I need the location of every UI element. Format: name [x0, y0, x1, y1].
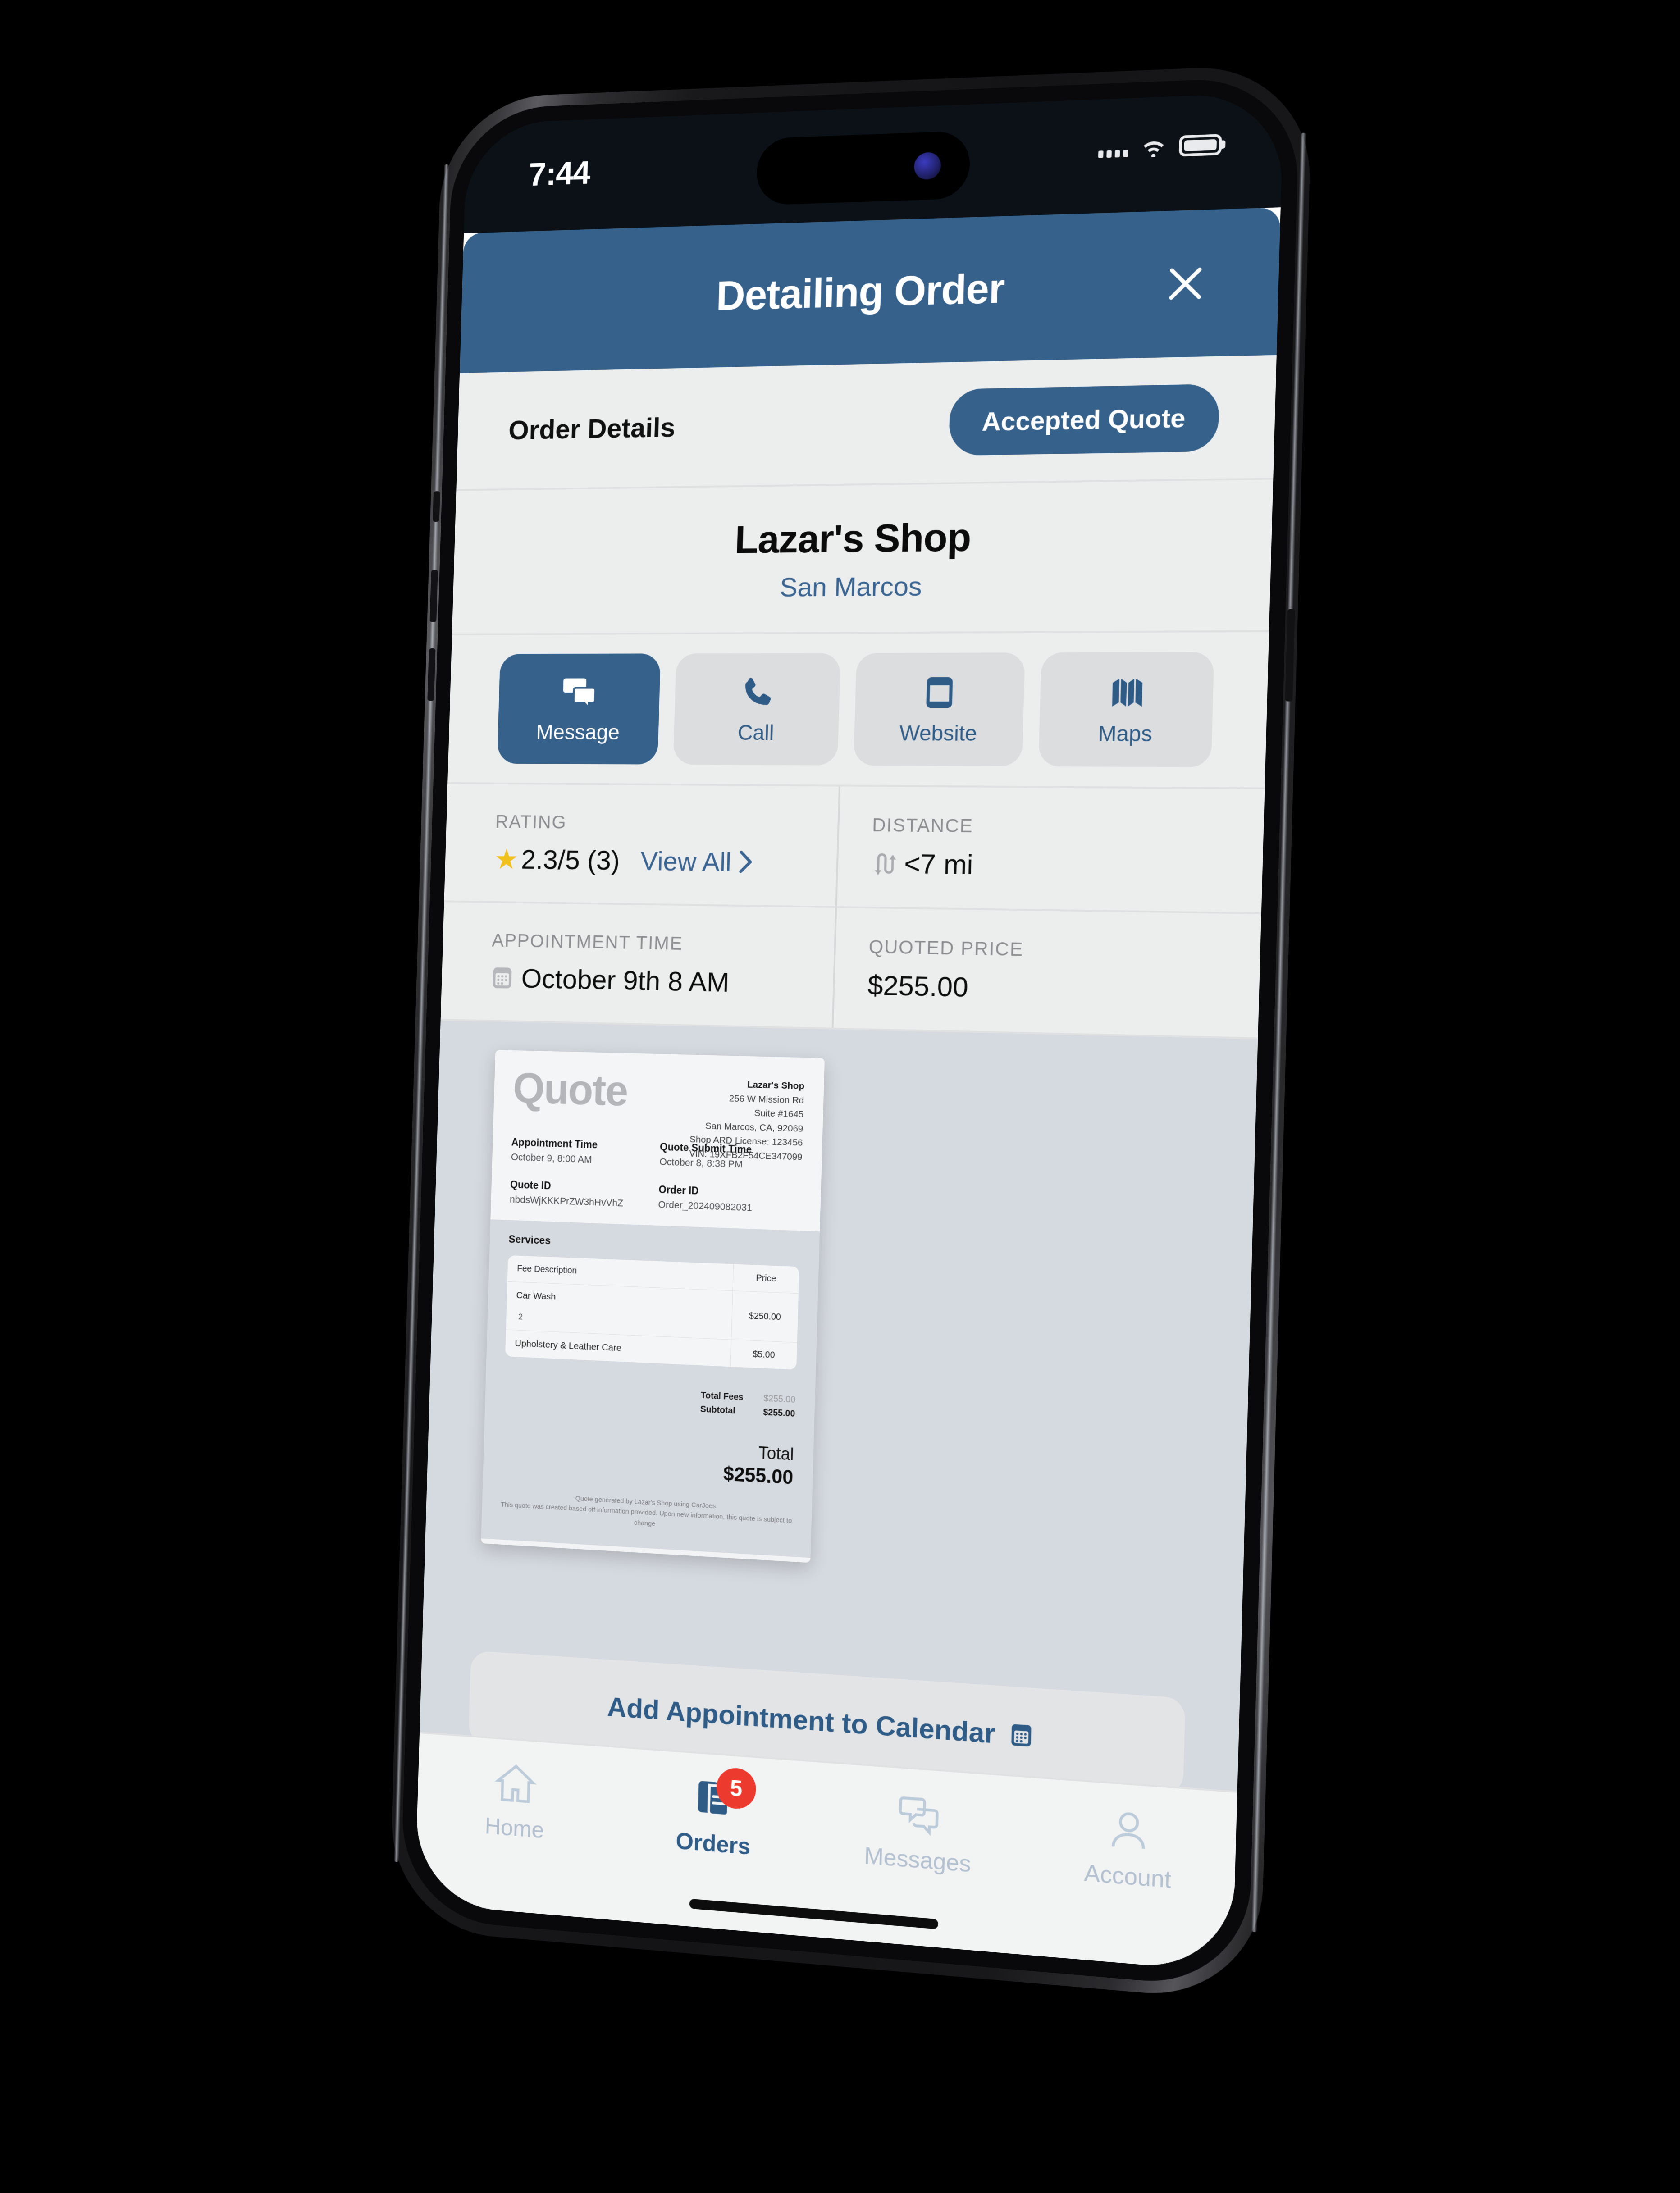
- tab-orders[interactable]: 5 Orders: [621, 1766, 808, 1865]
- quote-doc-order-id-value: Order_202409082031: [658, 1199, 753, 1213]
- shop-city[interactable]: San Marcos: [780, 570, 922, 602]
- status-icons: [1098, 134, 1222, 160]
- quoted-price-cell: QUOTED PRICE $255.00: [831, 908, 1207, 1036]
- total-fees-label: Total Fees: [700, 1391, 744, 1403]
- quote-doc-header: Quote Lazar's Shop 256 W Mission Rd Suit…: [490, 1050, 825, 1232]
- quote-doc-appointment-label: Appointment Time: [511, 1136, 598, 1151]
- quote-doc-appointment-value: October 9, 8:00 AM: [511, 1151, 592, 1165]
- signal-bars-icon: [1098, 139, 1128, 158]
- tab-order-details[interactable]: Order Details: [508, 411, 676, 446]
- view-all-reviews-link[interactable]: View All: [640, 845, 753, 877]
- maps-button[interactable]: Maps: [1038, 652, 1214, 767]
- order-status-row: Order Details Accepted Quote: [456, 355, 1277, 491]
- total-fees-value: $255.00: [763, 1393, 796, 1405]
- row-description: Car Wash 2: [506, 1282, 733, 1340]
- tab-home-label: Home: [484, 1813, 544, 1844]
- quote-doc-services-table: Fee Description Price Car Wash 2 $250.00: [505, 1255, 799, 1370]
- maps-button-label: Maps: [1098, 721, 1153, 746]
- app-content: Detailing Order Order Details Accepted Q…: [414, 207, 1281, 1973]
- home-icon: [494, 1760, 538, 1806]
- quote-doc-shop-info: Lazar's Shop 256 W Mission Rd Suite #164…: [689, 1076, 805, 1164]
- quote-doc-grand-total: Total $255.00: [502, 1431, 794, 1489]
- quote-doc-order-id-label: Order ID: [658, 1184, 699, 1197]
- appointment-cell: APPOINTMENT TIME October 9th 8 AM: [489, 903, 835, 1028]
- distance-label: DISTANCE: [872, 814, 974, 836]
- tab-orders-label: Orders: [675, 1828, 751, 1860]
- phone-icon: [744, 677, 772, 705]
- website-button[interactable]: Website: [853, 652, 1025, 766]
- distance-value: <7 mi: [904, 848, 974, 880]
- battery-icon: [1178, 134, 1222, 157]
- shop-name: Lazar's Shop: [734, 514, 972, 561]
- shop-header: Lazar's Shop San Marcos: [452, 479, 1274, 635]
- modal-header: Detailing Order: [460, 207, 1281, 373]
- quote-preview-area: Quote Lazar's Shop 256 W Mission Rd Suit…: [420, 1020, 1258, 1791]
- quote-doc-quote-id-value: nbdsWjKKKPrZW3hHvVhZ: [509, 1194, 624, 1209]
- row-price: $5.00: [730, 1340, 797, 1370]
- browser-icon: [919, 673, 959, 711]
- messages-icon: [896, 1790, 941, 1838]
- calendar-icon: [1011, 1724, 1032, 1747]
- tab-home[interactable]: Home: [425, 1755, 606, 1849]
- rating-label: RATING: [495, 811, 567, 832]
- quote-doc-order-id: Order ID Order_202409082031: [658, 1184, 801, 1216]
- status-time: 7:44: [528, 154, 591, 193]
- map-icon: [1112, 678, 1142, 707]
- front-camera-icon: [913, 152, 941, 180]
- quote-doc-footer: Quote generated by Lazar's Shop using Ca…: [500, 1489, 792, 1536]
- status-badge[interactable]: Accepted Quote: [948, 383, 1220, 456]
- call-button[interactable]: Call: [673, 653, 841, 766]
- close-icon[interactable]: [1162, 260, 1210, 307]
- appointment-label: APPOINTMENT TIME: [491, 929, 684, 954]
- message-button-label: Message: [536, 720, 620, 744]
- appointment-value: October 9th 8 AM: [520, 963, 730, 998]
- star-icon: ★: [493, 843, 519, 875]
- quoted-price-label: QUOTED PRICE: [868, 935, 1024, 960]
- dynamic-island: [756, 130, 971, 205]
- row-price: $250.00: [731, 1291, 799, 1343]
- rating-distance-row: RATING ★ 2.3/5 (3) View All DISTANCE <7 …: [444, 784, 1265, 914]
- tab-messages-label: Messages: [863, 1842, 972, 1878]
- quote-document-preview[interactable]: Quote Lazar's Shop 256 W Mission Rd Suit…: [481, 1050, 825, 1563]
- quote-doc-services-label: Services: [508, 1233, 551, 1247]
- call-button-label: Call: [737, 720, 775, 745]
- appointment-price-row: APPOINTMENT TIME October 9th 8 AM QUOTED…: [440, 902, 1261, 1040]
- row-qty: 2: [518, 1312, 523, 1322]
- quote-doc-quote-id: Quote ID nbdsWjKKKPrZW3hHvVhZ: [510, 1179, 650, 1210]
- add-appointment-label: Add Appointment to Calendar: [607, 1691, 996, 1750]
- page-title: Detailing Order: [715, 265, 1005, 319]
- quote-doc-quote-id-label: Quote ID: [510, 1178, 552, 1192]
- scene: 7:44 Detailing Order Order Details Accep…: [0, 0, 1680, 2193]
- row-description-text: Upholstery & Leather Care: [515, 1338, 622, 1354]
- distance-value-group: <7 mi: [871, 848, 1209, 884]
- quote-doc-appointment: Appointment Time October 9, 8:00 AM: [511, 1136, 652, 1167]
- row-description-text: Car Wash: [516, 1290, 556, 1302]
- quote-doc-totals: Total Fees Subtotal $255.00 $255.00: [504, 1379, 796, 1421]
- wifi-icon: [1143, 141, 1164, 158]
- distance-cell: DISTANCE <7 mi: [835, 786, 1211, 912]
- rating-value: 2.3/5 (3): [520, 844, 621, 876]
- appointment-value-group: October 9th 8 AM: [490, 962, 833, 1000]
- subtotal-value: $255.00: [763, 1407, 795, 1419]
- view-all-label: View All: [640, 846, 732, 877]
- calendar-icon: [493, 967, 512, 989]
- chevron-right-icon: [738, 850, 754, 874]
- phone-screen: 7:44 Detailing Order Order Details Accep…: [414, 92, 1284, 1973]
- rating-cell: RATING ★ 2.3/5 (3) View All: [493, 784, 839, 906]
- website-button-label: Website: [899, 721, 977, 746]
- message-icon: [562, 678, 598, 711]
- quote-doc-body: Services Fee Description Price Car Wash: [481, 1219, 820, 1558]
- shop-action-buttons: Message Call Website Maps: [447, 632, 1269, 789]
- message-button[interactable]: Message: [497, 653, 661, 765]
- phone-mockup: 7:44 Detailing Order Order Details Accep…: [388, 63, 1313, 2003]
- tab-account[interactable]: Account: [1031, 1800, 1228, 1898]
- silent-switch[interactable]: [433, 491, 440, 522]
- subtotal-label: Subtotal: [700, 1404, 735, 1416]
- col-price: Price: [732, 1264, 799, 1294]
- quoted-price-value: $255.00: [867, 969, 969, 1003]
- rating-value-group: ★ 2.3/5 (3) View All: [494, 843, 837, 879]
- tab-account-label: Account: [1083, 1860, 1172, 1893]
- account-icon: [1105, 1805, 1152, 1854]
